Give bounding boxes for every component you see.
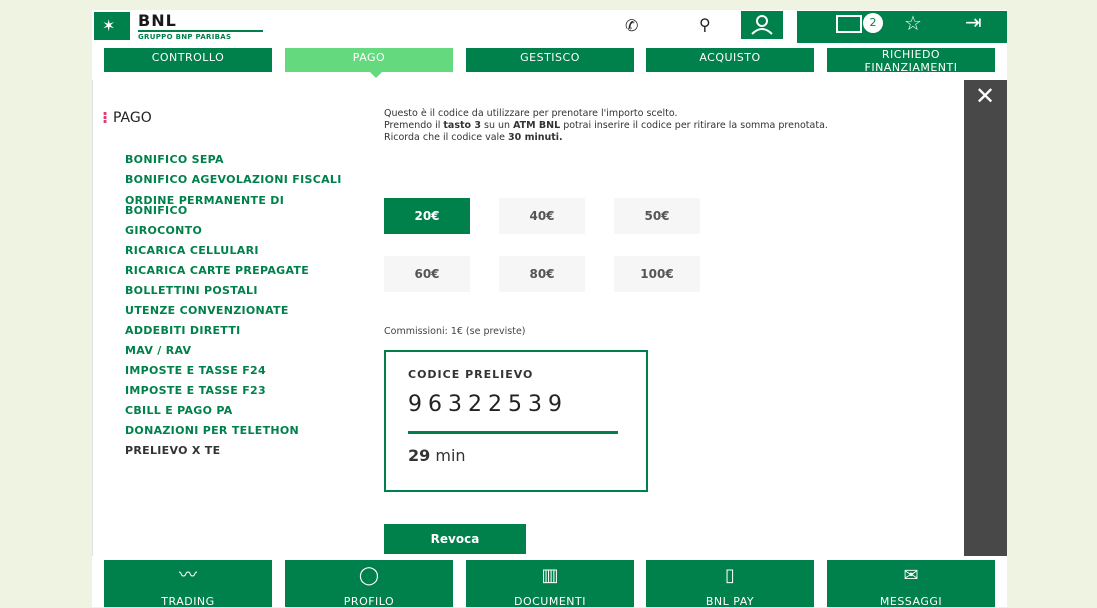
mail-icon[interactable] [836,15,862,33]
amount-20[interactable]: 20€ [384,198,470,234]
timer-progress-bar [408,431,618,434]
active-tab-indicator [370,72,382,78]
tile-trading[interactable]: 〰 TRADING [104,560,272,608]
sidebar-item-bonifico-sepa[interactable]: BONIFICO SEPA [125,154,355,165]
section-marker-icon: ⁝ [102,108,109,127]
tab-acquisto[interactable]: ACQUISTO [646,48,814,72]
user-icon [751,15,773,35]
brand-underline [138,30,263,32]
sidebar-item-addebiti[interactable]: ADDEBITI DIRETTI [125,325,355,336]
tab-controllo[interactable]: CONTROLLO [104,48,272,72]
close-sidebar [964,80,1007,556]
tile-profilo[interactable]: ◯ PROFILO [285,560,453,608]
code-value: 96322539 [408,392,568,417]
sidebar-item-utenze[interactable]: UTENZE CONVENZIONATE [125,305,355,316]
notification-badge: 2 [863,13,883,33]
sidebar-item-f24[interactable]: IMPOSTE E TASSE F24 [125,365,355,376]
tile-messaggi[interactable]: ✉ MESSAGGI [827,560,995,608]
document-icon: ▥ [541,565,559,586]
star-logo-icon: ✶ [102,16,116,35]
tab-richiedo-finanziamenti[interactable]: RICHIEDO FINANZIAMENTI [827,48,995,74]
amount-80[interactable]: 80€ [499,256,585,292]
revoca-button[interactable]: Revoca [384,524,526,554]
phone-pay-icon: ▯ [725,565,735,586]
close-icon[interactable]: ✕ [975,82,995,110]
remaining-time: 29 min [408,446,466,465]
envelope-icon: ✉ [903,565,919,586]
star-favorite-icon[interactable]: ☆ [904,11,922,35]
sidebar-item-f23[interactable]: IMPOSTE E TASSE F23 [125,385,355,396]
tab-pago[interactable]: PAGO [285,48,453,72]
sidebar-item-giroconto[interactable]: GIROCONTO [125,225,355,236]
user-circle-icon: ◯ [358,565,380,586]
sidebar-item-telethon[interactable]: DONAZIONI PER TELETHON [125,425,355,436]
sidebar-item-mav-rav[interactable]: MAV / RAV [125,345,355,356]
brand-name: BNL [138,11,177,30]
bnl-logo[interactable]: ✶ [94,12,130,40]
sidebar-item-cbill[interactable]: CBILL E PAGO PA [125,405,355,416]
location-pin-icon[interactable]: ⚲ [699,15,711,34]
tile-documenti[interactable]: ▥ DOCUMENTI [466,560,634,608]
code-label: CODICE PRELIEVO [408,368,534,381]
phone-icon[interactable]: ✆ [625,16,638,35]
amount-100[interactable]: 100€ [614,256,700,292]
sidebar-item-bonifico-agevolazioni[interactable]: BONIFICO AGEVOLAZIONI FISCALI [125,174,355,185]
info-text: Questo è il codice da utilizzare per pre… [384,108,828,143]
sidebar-item-ricarica-cellulari[interactable]: RICARICA CELLULARI [125,245,355,256]
amount-60[interactable]: 60€ [384,256,470,292]
profile-button[interactable] [741,11,783,39]
tile-bnl-pay[interactable]: ▯ BNL PAY [646,560,814,608]
chart-trend-icon: 〰 [179,565,197,586]
sidebar-item-ordine-permanente-line2[interactable]: BONIFICO [125,205,355,216]
sidebar-item-prelievo[interactable]: PRELIEVO X TE [125,445,355,456]
amount-40[interactable]: 40€ [499,198,585,234]
commission-note: Commissioni: 1€ (se previste) [384,326,526,337]
section-title: PAGO [113,110,152,126]
sidebar-item-bollettini-postali[interactable]: BOLLETTINI POSTALI [125,285,355,296]
brand-subtitle: GRUPPO BNP PARIBAS [138,33,232,41]
logout-icon[interactable]: ⇥ [965,10,982,34]
amount-50[interactable]: 50€ [614,198,700,234]
tab-gestisco[interactable]: GESTISCO [466,48,634,72]
sidebar-item-ricarica-carte[interactable]: RICARICA CARTE PREPAGATE [125,265,355,276]
